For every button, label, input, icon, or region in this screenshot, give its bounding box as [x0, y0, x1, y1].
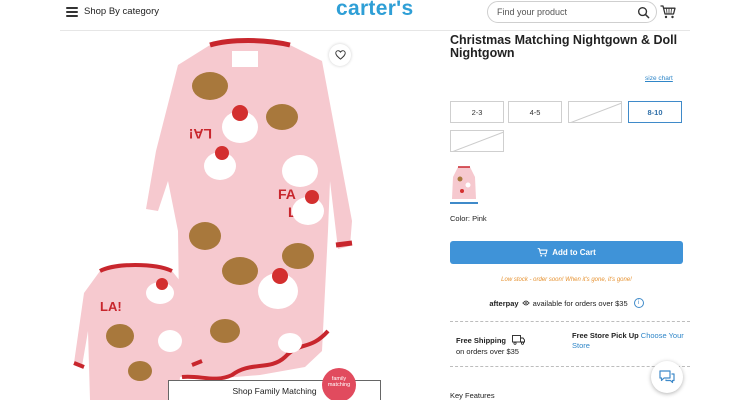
- low-stock-message: Low stock - order soon! When it's gone, …: [501, 277, 632, 283]
- size-chart-link[interactable]: size chart: [645, 75, 673, 82]
- add-to-cart-button[interactable]: Add to Cart: [450, 241, 683, 264]
- product-title: Christmas Matching Nightgown & Doll Nigh…: [450, 33, 678, 60]
- product-image[interactable]: LA! FA LA! LA!: [60, 31, 442, 400]
- family-matching-badge: family matching: [322, 368, 356, 400]
- shop-by-category-label: Shop By category: [84, 6, 159, 17]
- size-option-unavailable[interactable]: [450, 130, 504, 152]
- add-to-cart-label: Add to Cart: [552, 248, 596, 257]
- store-pickup-info: Free Store Pick Up Choose Your Store: [572, 331, 688, 351]
- shop-by-category-button[interactable]: Shop By category: [66, 6, 159, 17]
- hamburger-menu-icon: [66, 6, 78, 17]
- color-label: Color: Pink: [450, 214, 487, 223]
- svg-text:LA!: LA!: [100, 299, 122, 314]
- shopping-cart-icon[interactable]: [660, 5, 676, 19]
- search-icon[interactable]: [637, 6, 650, 19]
- afterpay-text: available for orders over $35: [532, 298, 628, 308]
- chat-button[interactable]: [651, 361, 683, 393]
- svg-text:FA: FA: [278, 186, 296, 202]
- chat-bubble-icon: [659, 370, 675, 384]
- nightgown-illustration: LA! FA LA! LA!: [73, 38, 353, 400]
- free-shipping-title: Free Shipping: [456, 336, 507, 345]
- size-option-4-5[interactable]: 4-5: [508, 101, 562, 123]
- afterpay-loop-icon: [521, 300, 530, 306]
- site-header: Shop By category carter's: [0, 0, 750, 30]
- afterpay-info: afterpay available for orders over $35 i: [450, 298, 683, 308]
- svg-text:LA!: LA!: [189, 126, 212, 142]
- swatch-thumbnail: [452, 166, 476, 199]
- section-divider: [450, 321, 690, 322]
- size-option-8-10[interactable]: 8-10: [628, 101, 682, 123]
- search-bar: [487, 1, 657, 23]
- truck-icon: [512, 335, 525, 345]
- free-shipping-subtext: on orders over $35: [456, 347, 519, 356]
- cart-icon: [537, 248, 548, 257]
- afterpay-logo: afterpay: [489, 298, 519, 308]
- heart-icon: [334, 50, 346, 60]
- carters-logo[interactable]: carter's: [336, 0, 413, 21]
- store-pickup-title: Free Store Pick Up: [572, 331, 639, 340]
- size-option-2-3[interactable]: 2-3: [450, 101, 504, 123]
- color-swatch-pink[interactable]: [450, 165, 478, 204]
- favorite-button[interactable]: [329, 44, 351, 66]
- size-option-unavailable[interactable]: [568, 101, 622, 123]
- info-icon[interactable]: i: [633, 298, 644, 308]
- search-input[interactable]: [497, 7, 632, 17]
- key-features-heading[interactable]: Key Features: [450, 391, 495, 400]
